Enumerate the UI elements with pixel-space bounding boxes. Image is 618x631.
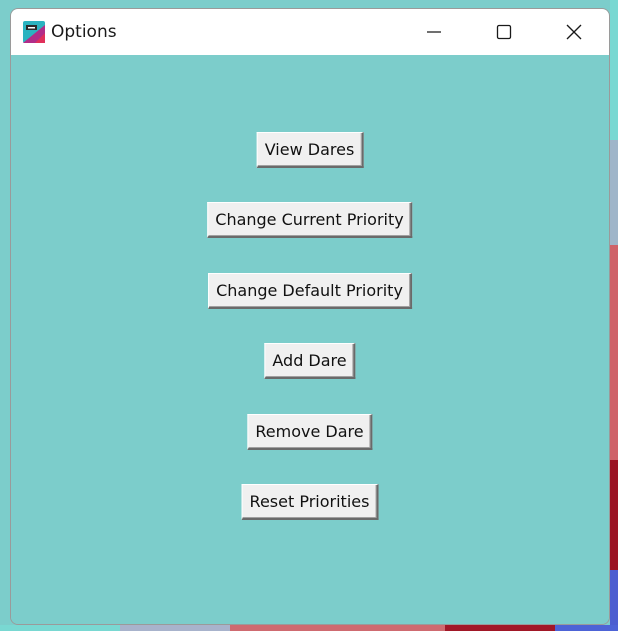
options-window: Options View Dares Change Current Priori… [10,8,610,625]
maximize-icon [496,24,512,40]
add-dare-button[interactable]: Add Dare [264,343,356,379]
minimize-icon [427,31,441,33]
desktop-background [230,625,445,631]
view-dares-button[interactable]: View Dares [256,132,364,168]
change-current-priority-button[interactable]: Change Current Priority [207,202,413,238]
desktop-background [0,625,120,631]
remove-dare-button[interactable]: Remove Dare [247,414,373,450]
window-controls [399,9,609,55]
desktop-background [610,140,618,245]
desktop-background [610,0,618,140]
close-icon [566,24,582,40]
close-button[interactable] [539,9,609,55]
title-bar[interactable]: Options [11,9,609,55]
minimize-button[interactable] [399,9,469,55]
maximize-button[interactable] [469,9,539,55]
desktop-background [445,625,555,631]
desktop-background [120,625,230,631]
desktop-background [555,625,618,631]
desktop-background [610,460,618,570]
app-icon [23,21,45,43]
options-content: View Dares Change Current Priority Chang… [11,55,609,624]
desktop-background [610,570,618,631]
reset-priorities-button[interactable]: Reset Priorities [241,484,379,520]
change-default-priority-button[interactable]: Change Default Priority [208,273,412,309]
desktop-background [610,245,618,460]
window-title: Options [51,21,117,42]
